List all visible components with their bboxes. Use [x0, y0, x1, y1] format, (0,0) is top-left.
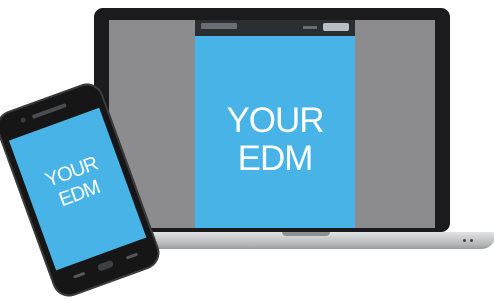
email-header [195, 20, 355, 36]
laptop-edm-line2: EDM [237, 139, 314, 178]
home-button-icon [96, 259, 115, 272]
laptop-indicator-lights [459, 239, 485, 242]
header-divider [303, 26, 317, 29]
indicator-light-icon [470, 239, 473, 242]
laptop-edm-line1: YOUR [226, 101, 324, 140]
speaker-icon [31, 103, 67, 120]
laptop-edm-text: YOUR EDM [195, 102, 355, 178]
menu-button-icon [125, 252, 138, 260]
laptop-screen: YOUR EDM [109, 20, 435, 228]
camera-icon [20, 116, 27, 124]
indicator-light-icon [463, 239, 466, 242]
back-button-icon [73, 271, 86, 279]
header-left-placeholder [201, 23, 237, 29]
laptop-notch [282, 232, 330, 236]
email-preview: YOUR EDM [195, 20, 355, 228]
logo-placeholder [323, 23, 349, 31]
phone-edm-text: YOUR EDM [23, 145, 129, 221]
laptop-lid: YOUR EDM [94, 8, 450, 232]
laptop-base [120, 232, 494, 249]
